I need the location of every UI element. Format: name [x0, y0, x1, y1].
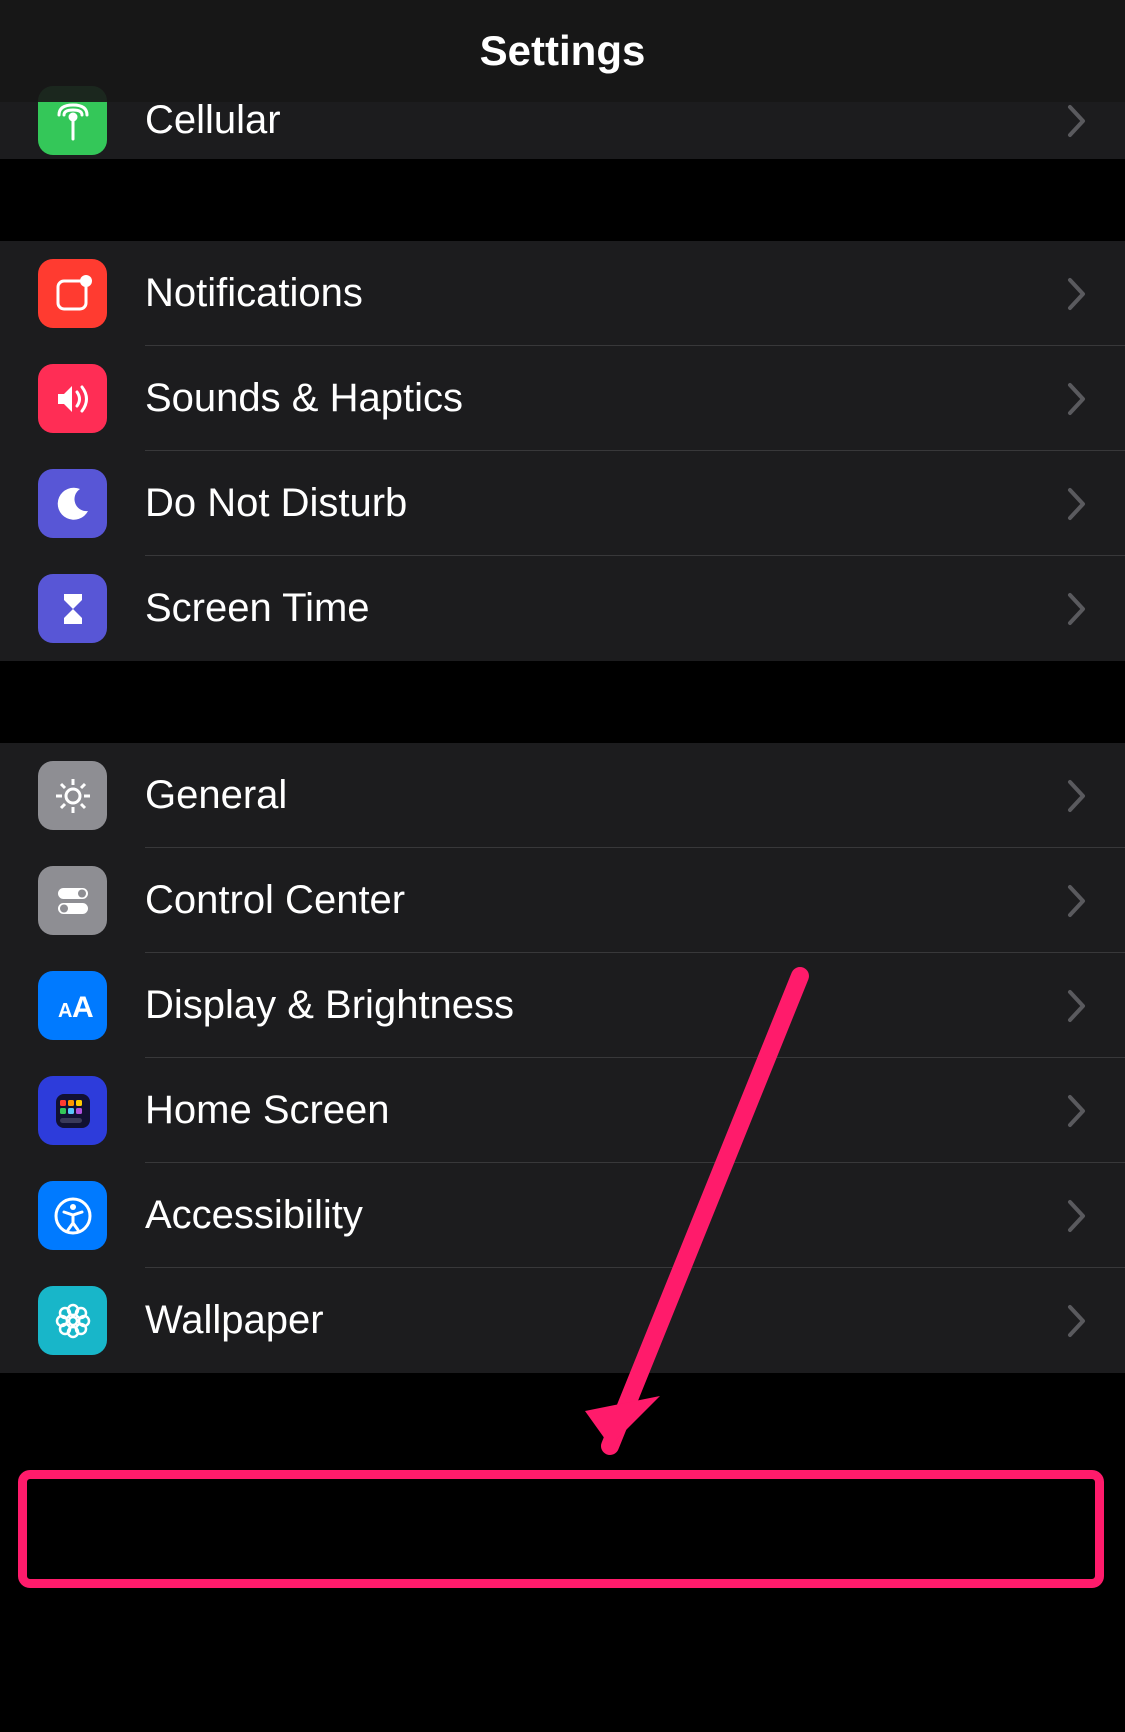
group-separator	[0, 661, 1125, 743]
row-accessibility[interactable]: Accessibility	[0, 1163, 1125, 1268]
row-label: Sounds & Haptics	[145, 376, 1067, 421]
row-cellular[interactable]: Cellular	[0, 102, 1125, 159]
chevron-right-icon	[1067, 104, 1087, 138]
row-display[interactable]: AA Display & Brightness	[0, 953, 1125, 1058]
row-label: Control Center	[145, 878, 1067, 923]
row-label: Display & Brightness	[145, 983, 1067, 1028]
row-dnd[interactable]: Do Not Disturb	[0, 451, 1125, 556]
chevron-right-icon	[1067, 277, 1087, 311]
notifications-icon	[38, 259, 107, 328]
row-label: Notifications	[145, 271, 1067, 316]
chevron-right-icon	[1067, 1094, 1087, 1128]
flower-icon	[38, 1286, 107, 1355]
chevron-right-icon	[1067, 1304, 1087, 1338]
header: Settings	[0, 0, 1125, 102]
speaker-icon	[38, 364, 107, 433]
svg-text:A: A	[72, 991, 94, 1024]
group-separator	[0, 159, 1125, 241]
svg-text:A: A	[58, 1000, 72, 1022]
page-title: Settings	[480, 27, 646, 75]
gear-icon	[38, 761, 107, 830]
row-label: Wallpaper	[145, 1298, 1067, 1343]
settings-list: Cellular Notifications Sounds & Haptics	[0, 102, 1125, 1373]
row-label: Do Not Disturb	[145, 481, 1067, 526]
chevron-right-icon	[1067, 592, 1087, 626]
row-label: Cellular	[145, 98, 1067, 143]
chevron-right-icon	[1067, 382, 1087, 416]
grid-icon	[38, 1076, 107, 1145]
row-sounds[interactable]: Sounds & Haptics	[0, 346, 1125, 451]
text-size-icon: AA	[38, 971, 107, 1040]
accessibility-icon	[38, 1181, 107, 1250]
row-wallpaper[interactable]: Wallpaper	[0, 1268, 1125, 1373]
row-label: Screen Time	[145, 586, 1067, 631]
chevron-right-icon	[1067, 1199, 1087, 1233]
moon-icon	[38, 469, 107, 538]
chevron-right-icon	[1067, 779, 1087, 813]
chevron-right-icon	[1067, 487, 1087, 521]
toggles-icon	[38, 866, 107, 935]
row-label: General	[145, 773, 1067, 818]
row-notifications[interactable]: Notifications	[0, 241, 1125, 346]
row-label: Accessibility	[145, 1193, 1067, 1238]
settings-group-0: Cellular	[0, 102, 1125, 159]
row-label: Home Screen	[145, 1088, 1067, 1133]
settings-group-2: General Control Center AA Display & Brig…	[0, 743, 1125, 1373]
chevron-right-icon	[1067, 989, 1087, 1023]
row-homescreen[interactable]: Home Screen	[0, 1058, 1125, 1163]
row-general[interactable]: General	[0, 743, 1125, 848]
chevron-right-icon	[1067, 884, 1087, 918]
hourglass-icon	[38, 574, 107, 643]
row-controlcenter[interactable]: Control Center	[0, 848, 1125, 953]
annotation-highlight	[18, 1470, 1104, 1588]
row-screentime[interactable]: Screen Time	[0, 556, 1125, 661]
settings-group-1: Notifications Sounds & Haptics Do Not Di…	[0, 241, 1125, 661]
